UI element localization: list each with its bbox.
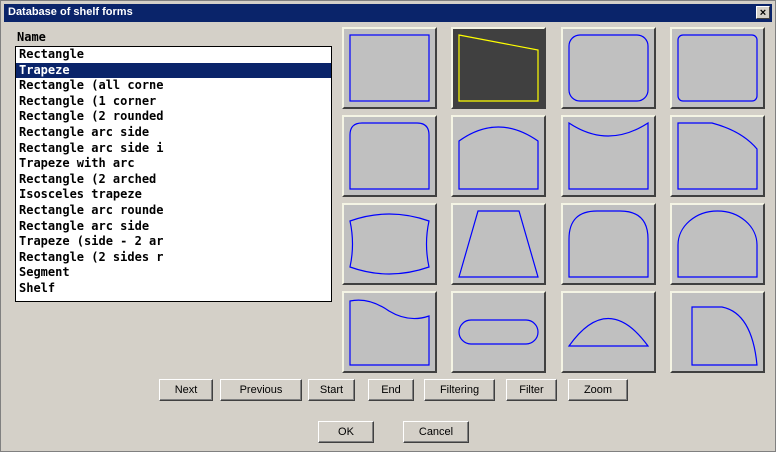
shape-tile-rounded-rectangle[interactable]: [561, 27, 656, 109]
shape-tile-pill[interactable]: [451, 291, 546, 373]
shape-tile-arc-top-inward[interactable]: [561, 115, 656, 197]
shape-tile-wave-top[interactable]: [342, 291, 437, 373]
list-item[interactable]: Trapeze: [16, 62, 331, 79]
list-item[interactable]: Rectangle (2 rounded: [16, 109, 331, 125]
barrel-shape-icon: [349, 213, 430, 275]
filter-button[interactable]: Filter: [506, 379, 557, 401]
shape-tile-rectangle[interactable]: [342, 27, 437, 109]
list-item[interactable]: Isosceles trapeze: [16, 187, 331, 203]
wave-top-shape-icon: [349, 299, 430, 366]
shape-tile-shelf-quarter[interactable]: [670, 291, 765, 373]
arched-top-shape-icon: [568, 210, 649, 278]
name-column-header: Name: [17, 30, 46, 44]
shape-tile-two-top-rounded[interactable]: [342, 115, 437, 197]
start-button[interactable]: Start: [308, 379, 355, 401]
shape-tile-arched-top[interactable]: [561, 203, 656, 285]
shape-tile-segment[interactable]: [561, 291, 656, 373]
list-item[interactable]: Rectangle (all corne: [16, 78, 331, 94]
list-item[interactable]: Rectangle (2 sides r: [16, 250, 331, 266]
rounded-rectangle-small-shape-icon: [677, 34, 758, 102]
list-item[interactable]: Rectangle (1 corner: [16, 94, 331, 110]
list-item[interactable]: Rectangle arc side i: [16, 141, 331, 157]
shelf-quarter-shape-icon: [691, 306, 758, 366]
shelf-forms-dialog: Database of shelf forms × Name Rectangle…: [0, 0, 776, 452]
end-button[interactable]: End: [368, 379, 414, 401]
arc-top-shape-icon: [458, 126, 539, 190]
list-item[interactable]: Rectangle arc side: [16, 219, 331, 235]
previous-button[interactable]: Previous: [220, 379, 302, 401]
segment-shape-icon: [567, 318, 650, 347]
cancel-button[interactable]: Cancel: [403, 421, 469, 443]
shape-name-list[interactable]: Rectangle Trapeze Rectangle (all corne Rect…: [15, 46, 332, 302]
list-item[interactable]: Rectangle: [16, 47, 331, 63]
list-item[interactable]: Trapeze (side - 2 ar: [16, 234, 331, 250]
filtering-button[interactable]: Filtering: [424, 379, 495, 401]
shape-tile-dome-top[interactable]: [670, 203, 765, 285]
rectangle-shape-icon: [349, 34, 430, 102]
close-button[interactable]: ×: [756, 6, 770, 19]
list-item[interactable]: Shelf: [16, 281, 331, 297]
shape-tile-rounded-rectangle-small[interactable]: [670, 27, 765, 109]
title-bar: Database of shelf forms ×: [4, 4, 772, 22]
shape-tile-isosceles-trapeze[interactable]: [451, 203, 546, 285]
list-item[interactable]: Trapeze with arc: [16, 156, 331, 172]
trapeze-shape-icon: [458, 34, 539, 102]
next-button[interactable]: Next: [159, 379, 213, 401]
isosceles-trapeze-shape-icon: [458, 210, 539, 278]
list-item[interactable]: Rectangle (2 arched: [16, 172, 331, 188]
list-item[interactable]: Segment: [16, 265, 331, 281]
ok-button[interactable]: OK: [318, 421, 374, 443]
arc-top-right-shape-icon: [677, 122, 758, 190]
shape-tile-arc-top-right[interactable]: [670, 115, 765, 197]
pill-shape-icon: [458, 319, 539, 345]
dome-top-shape-icon: [677, 210, 758, 278]
two-top-rounded-shape-icon: [349, 122, 430, 190]
shape-tile-arc-top[interactable]: [451, 115, 546, 197]
zoom-button[interactable]: Zoom: [568, 379, 628, 401]
list-item[interactable]: Rectangle arc side: [16, 125, 331, 141]
arc-top-inward-shape-icon: [568, 121, 649, 190]
list-item[interactable]: Rectangle arc rounde: [16, 203, 331, 219]
shape-tile-trapeze[interactable]: [451, 27, 546, 109]
close-icon: ×: [759, 7, 767, 19]
rounded-rectangle-shape-icon: [568, 34, 649, 102]
window-title: Database of shelf forms: [8, 6, 133, 18]
shape-tile-barrel[interactable]: [342, 203, 437, 285]
